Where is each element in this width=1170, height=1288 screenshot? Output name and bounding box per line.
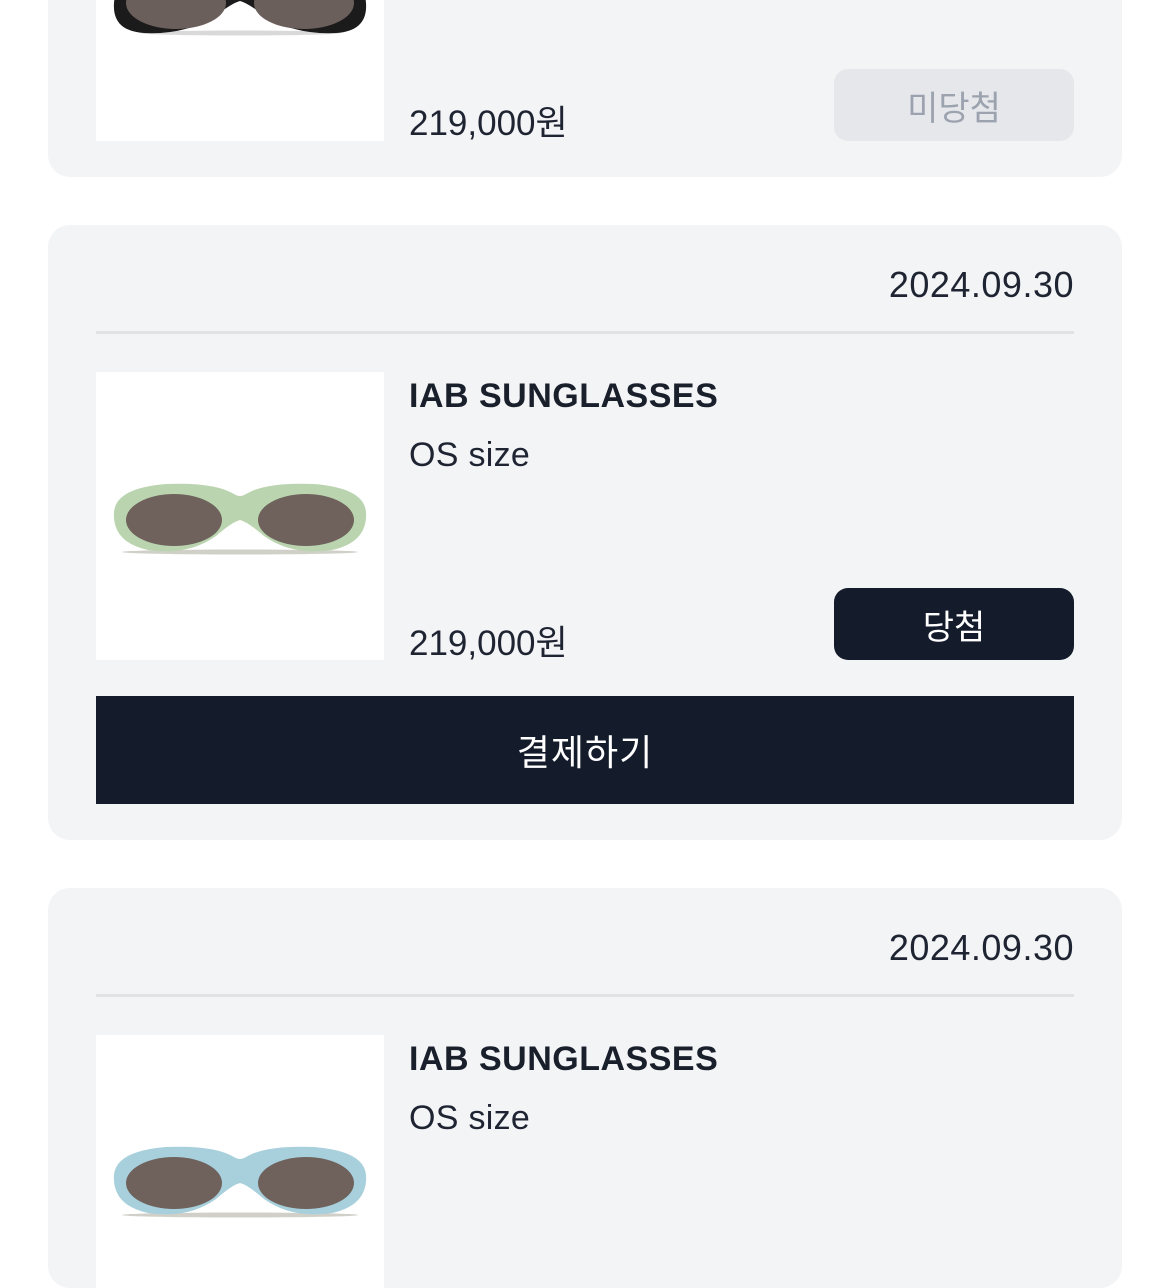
product-image[interactable] <box>96 1035 384 1288</box>
product-option: OS size <box>409 436 531 474</box>
order-card: 2024.09.30 IAB SUNGLASSES OS size 219,00… <box>48 225 1122 840</box>
order-card: 2024.09.30 IAB SUNGLASSES OS size <box>48 888 1122 1288</box>
lottery-result-badge[interactable]: 미당첨 <box>834 69 1074 141</box>
product-name: IAB SUNGLASSES <box>409 1040 719 1078</box>
product-price: 219,000원 <box>409 104 568 143</box>
order-card: 219,000원 미당첨 <box>48 0 1122 177</box>
pay-button[interactable]: 결제하기 <box>96 696 1074 804</box>
product-price: 219,000원 <box>409 624 568 663</box>
product-image[interactable] <box>96 0 384 141</box>
product-image[interactable] <box>96 372 384 660</box>
order-date: 2024.09.30 <box>888 264 1074 305</box>
order-date: 2024.09.30 <box>888 927 1074 968</box>
lottery-result-badge[interactable]: 당첨 <box>834 588 1074 660</box>
divider <box>96 994 1074 997</box>
divider <box>96 331 1074 334</box>
product-name: IAB SUNGLASSES <box>409 377 719 415</box>
product-option: OS size <box>409 1099 531 1137</box>
